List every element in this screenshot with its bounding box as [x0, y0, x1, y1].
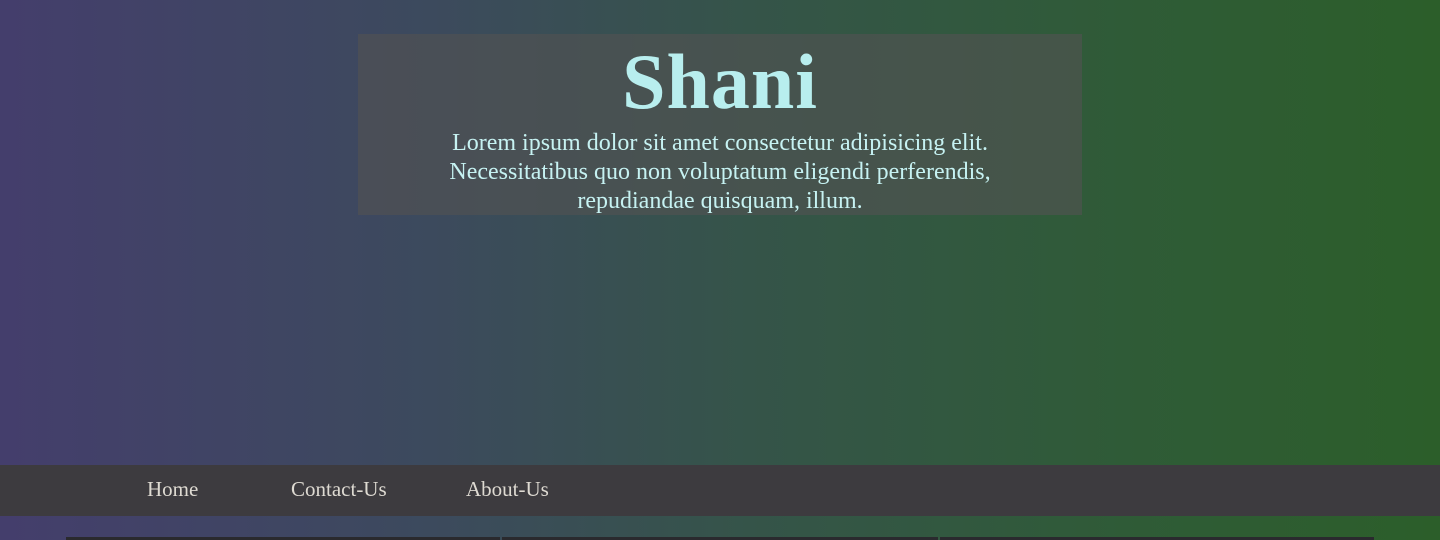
hero-description: Lorem ipsum dolor sit amet consectetur a…: [449, 130, 991, 214]
nav-link-home[interactable]: Home: [147, 476, 198, 502]
nav-link-about-us[interactable]: About-Us: [466, 476, 549, 502]
navbar: Home Contact-Us About-Us: [0, 465, 1440, 516]
nav-link-contact-us[interactable]: Contact-Us: [291, 476, 387, 502]
hero-banner: Shani Lorem ipsum dolor sit amet consect…: [358, 34, 1082, 215]
hero-title: Shani: [622, 38, 818, 125]
